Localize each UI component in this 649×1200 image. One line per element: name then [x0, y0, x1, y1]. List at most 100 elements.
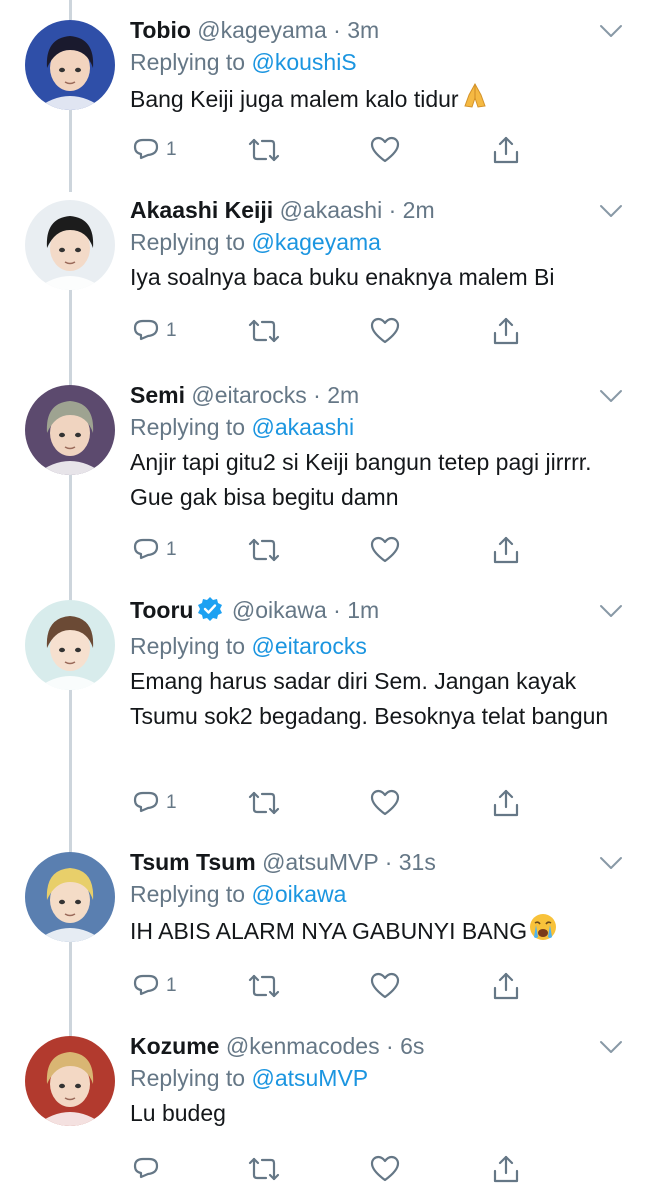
replying-to-mention[interactable]: @atsuMVP: [251, 1065, 368, 1091]
share-button[interactable]: [492, 316, 520, 346]
tweet-header: Kozume @kenmacodes · 6s: [130, 1030, 619, 1062]
like-button[interactable]: [370, 316, 400, 346]
tweet-text-body: Lu budeg: [130, 1100, 226, 1126]
folded-hands-emoji: [460, 80, 490, 120]
tweet-text: IH ABIS ALARM NYA GABUNYI BANG: [130, 912, 619, 952]
display-name[interactable]: Tobio: [130, 17, 191, 43]
replying-to-line: Replying to @akaashi: [130, 411, 619, 443]
like-button[interactable]: [370, 788, 400, 818]
replying-to-mention[interactable]: @kageyama: [251, 229, 380, 255]
replying-to-mention[interactable]: @eitarocks: [251, 633, 366, 659]
user-handle[interactable]: @akaashi: [280, 197, 383, 223]
more-options-chevron-down-icon[interactable]: [599, 604, 623, 623]
avatar-semi-icon[interactable]: [25, 385, 115, 475]
display-name[interactable]: Akaashi Keiji: [130, 197, 273, 223]
like-button[interactable]: [370, 1154, 400, 1184]
user-handle[interactable]: @atsuMVP: [262, 849, 378, 875]
display-name[interactable]: Tsum Tsum: [130, 849, 256, 875]
replying-to-line: Replying to @kageyama: [130, 226, 619, 258]
user-handle[interactable]: @eitarocks: [191, 382, 306, 408]
like-icon: [370, 536, 400, 564]
replying-to-line: Replying to @atsuMVP: [130, 1062, 619, 1094]
avatar-akaashi-icon[interactable]: [25, 200, 115, 290]
reply-button[interactable]: 1: [132, 535, 177, 565]
display-name[interactable]: Kozume: [130, 1033, 219, 1059]
reply-count: 1: [166, 320, 177, 341]
more-options-chevron-down-icon[interactable]: [599, 1040, 623, 1059]
share-button[interactable]: [492, 1154, 520, 1184]
tweet-text: Lu budeg: [130, 1096, 619, 1131]
tweet-header: Akaashi Keiji @akaashi · 2m: [130, 194, 619, 226]
reply-button[interactable]: 1: [132, 135, 177, 165]
tweet-content: Semi @eitarocks · 2m Replying to @akaashi…: [130, 379, 619, 515]
like-button[interactable]: [370, 971, 400, 1001]
tweet-header: Tsum Tsum @atsuMVP · 31s: [130, 846, 619, 878]
retweet-icon: [248, 1155, 280, 1183]
retweet-button[interactable]: [248, 1154, 280, 1184]
tweet-timestamp[interactable]: 3m: [347, 17, 379, 43]
avatar-tooru-icon[interactable]: [25, 600, 115, 690]
tweet-text-body: IH ABIS ALARM NYA GABUNYI BANG: [130, 918, 528, 944]
tweet-timestamp[interactable]: 6s: [400, 1033, 424, 1059]
avatar-tsum-icon[interactable]: [25, 852, 115, 942]
replying-to-label: Replying to: [130, 633, 246, 659]
like-button[interactable]: [370, 535, 400, 565]
retweet-button[interactable]: [248, 788, 280, 818]
reply-count: 1: [166, 792, 177, 813]
display-name[interactable]: Tooru: [130, 597, 193, 623]
retweet-button[interactable]: [248, 316, 280, 346]
tweet-timestamp[interactable]: 31s: [399, 849, 436, 875]
like-icon: [370, 1155, 400, 1183]
share-button[interactable]: [492, 135, 520, 165]
tweet: Tobio @kageyama · 3m Replying to @koushiS…: [0, 0, 649, 180]
retweet-icon: [248, 317, 280, 345]
reply-button[interactable]: [132, 1154, 166, 1184]
retweet-icon: [248, 972, 280, 1000]
user-handle[interactable]: @oikawa: [232, 597, 327, 623]
tweet-header: Semi @eitarocks · 2m: [130, 379, 619, 411]
verified-badge-icon: [197, 596, 223, 630]
tweet-text-body: Iya soalnya baca buku enaknya malem Bi: [130, 264, 555, 290]
retweet-icon: [248, 789, 280, 817]
more-options-chevron-down-icon[interactable]: [599, 204, 623, 223]
share-button[interactable]: [492, 971, 520, 1001]
tweet-actions: 1: [132, 788, 532, 818]
user-handle[interactable]: @kenmacodes: [226, 1033, 380, 1059]
tweet-timestamp[interactable]: 1m: [347, 597, 379, 623]
more-options-chevron-down-icon[interactable]: [599, 24, 623, 43]
avatar-tobio-icon[interactable]: [25, 20, 115, 110]
like-icon: [370, 972, 400, 1000]
more-options-chevron-down-icon[interactable]: [599, 389, 623, 408]
replying-to-line: Replying to @eitarocks: [130, 630, 619, 662]
display-name[interactable]: Semi: [130, 382, 185, 408]
reply-button[interactable]: 1: [132, 788, 177, 818]
replying-to-label: Replying to: [130, 414, 246, 440]
share-icon: [492, 135, 520, 165]
like-button[interactable]: [370, 135, 400, 165]
tweet-text-body: Bang Keiji juga malem kalo tidur: [130, 86, 459, 112]
tweet-timestamp[interactable]: 2m: [403, 197, 435, 223]
replying-to-mention[interactable]: @koushiS: [251, 49, 356, 75]
retweet-button[interactable]: [248, 971, 280, 1001]
tweet-thread: Tobio @kageyama · 3m Replying to @koushiS…: [0, 0, 649, 1200]
share-icon: [492, 1154, 520, 1184]
like-icon: [370, 317, 400, 345]
retweet-button[interactable]: [248, 535, 280, 565]
avatar-kozume-icon[interactable]: [25, 1036, 115, 1126]
reply-count: 1: [166, 139, 177, 160]
more-options-chevron-down-icon[interactable]: [599, 856, 623, 875]
replying-to-mention[interactable]: @oikawa: [251, 881, 346, 907]
tweet-header: Tobio @kageyama · 3m: [130, 14, 619, 46]
reply-button[interactable]: 1: [132, 971, 177, 1001]
share-button[interactable]: [492, 788, 520, 818]
tweet-timestamp[interactable]: 2m: [327, 382, 359, 408]
replying-to-mention[interactable]: @akaashi: [251, 414, 354, 440]
separator-dot: ·: [382, 197, 403, 223]
tweet-text-body: Emang harus sadar diri Sem. Jangan kayak…: [130, 668, 609, 729]
user-handle[interactable]: @kageyama: [197, 17, 326, 43]
reply-button[interactable]: 1: [132, 316, 177, 346]
separator-dot: ·: [306, 382, 328, 408]
share-button[interactable]: [492, 535, 520, 565]
share-icon: [492, 788, 520, 818]
retweet-button[interactable]: [248, 135, 280, 165]
